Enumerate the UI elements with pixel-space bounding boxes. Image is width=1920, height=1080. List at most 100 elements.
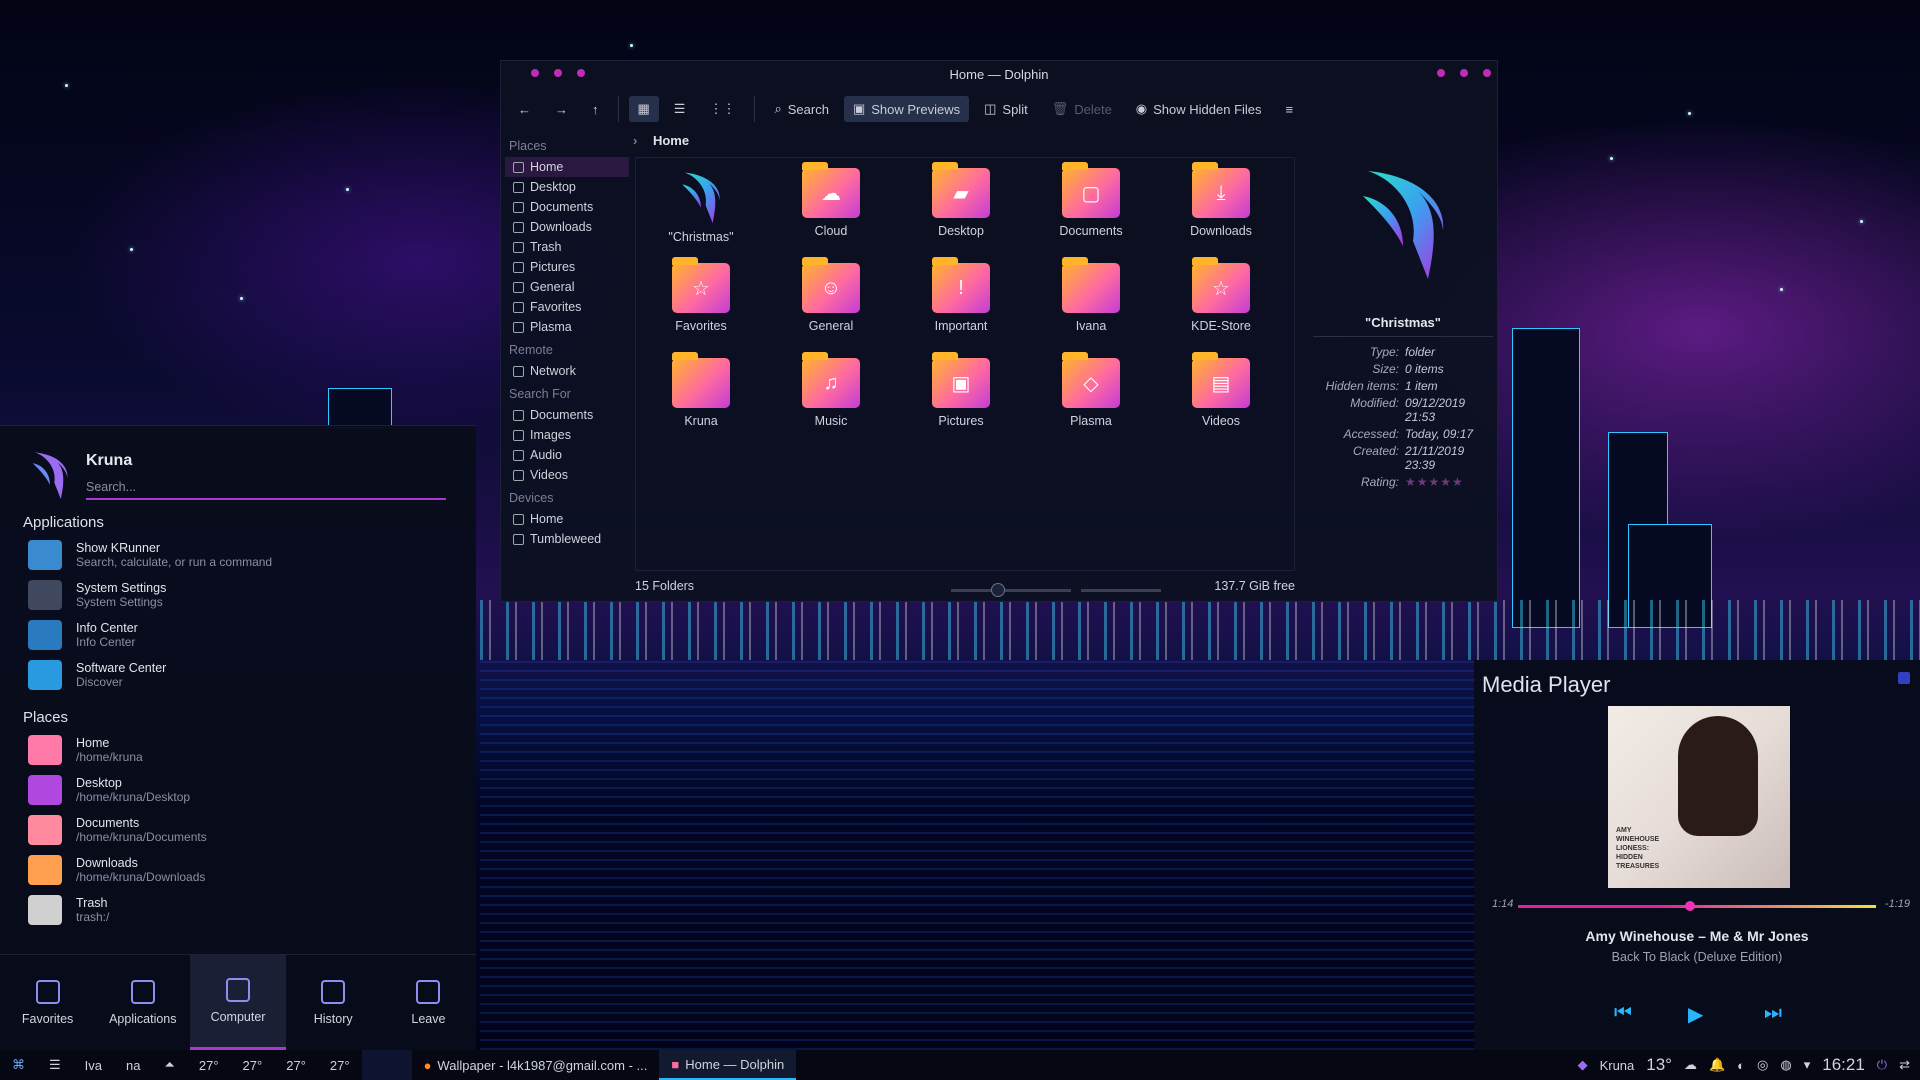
window-menu-dot[interactable]	[531, 69, 539, 77]
next-track-button[interactable]: ⏭	[1764, 1002, 1782, 1025]
places-item[interactable]: Home	[505, 157, 629, 177]
launcher-item[interactable]: Home/home/kruna	[0, 730, 476, 770]
launcher-item[interactable]: Trash trash:/	[0, 890, 476, 930]
places-item[interactable]: Documents	[505, 405, 629, 425]
widget-config-icon[interactable]	[1898, 672, 1910, 684]
file-item[interactable]: "Christmas"	[636, 168, 766, 263]
show-previews-label: Show Previews	[871, 101, 961, 117]
places-item[interactable]: Home	[505, 509, 629, 529]
places-item-label: Documents	[530, 408, 594, 422]
split-button[interactable]: ◫ Split	[975, 96, 1037, 122]
volume-icon[interactable]: ◐	[1737, 1058, 1745, 1073]
icons-view-button[interactable]: ▦	[628, 96, 659, 122]
back-button[interactable]: ←	[509, 97, 540, 122]
file-item[interactable]: ☁ Cloud	[766, 162, 896, 263]
weather-temp[interactable]: 13°	[1646, 1055, 1672, 1075]
pager-label-2[interactable]: na	[114, 1050, 152, 1080]
file-item[interactable]: ☆ Favorites	[636, 257, 766, 358]
clipboard-icon[interactable]: ◍	[1780, 1057, 1791, 1073]
minimize-button[interactable]	[1437, 69, 1445, 77]
file-item[interactable]: ▢ Documents	[1026, 162, 1156, 263]
maximize-button[interactable]	[1460, 69, 1468, 77]
forward-button[interactable]: →	[546, 97, 577, 122]
show-hidden-button[interactable]: ◉ Show Hidden Files	[1127, 96, 1271, 122]
file-item[interactable]: ◇ Plasma	[1026, 352, 1156, 453]
details-view-button[interactable]: ☰	[665, 96, 695, 122]
launcher-tab-label: Leave	[411, 1011, 446, 1026]
window-titlebar[interactable]: Home — Dolphin	[501, 61, 1497, 87]
breadcrumb[interactable]: › Home	[633, 133, 689, 148]
zoom-slider[interactable]	[951, 589, 1071, 592]
seek-handle[interactable]	[1684, 901, 1695, 911]
virtual-desktop-pager[interactable]	[361, 1050, 412, 1080]
close-button[interactable]	[1483, 69, 1491, 77]
launcher-tab-applications[interactable]: Applications	[95, 955, 190, 1050]
places-item[interactable]: Pictures	[505, 257, 629, 277]
places-item[interactable]: Videos	[505, 465, 629, 485]
search-button[interactable]: ⌕ Search	[765, 96, 837, 122]
file-item[interactable]: ♫ Music	[766, 352, 896, 453]
notifications-icon[interactable]: 🔔	[1709, 1057, 1725, 1073]
hamburger-menu-button[interactable]: ≡	[1277, 97, 1303, 122]
places-item[interactable]: Desktop	[505, 177, 629, 197]
places-item[interactable]: Audio	[505, 445, 629, 465]
file-item[interactable]: ▰ Desktop	[896, 162, 1026, 263]
places-item[interactable]: Plasma	[505, 317, 629, 337]
places-item[interactable]: Favorites	[505, 297, 629, 317]
chevron-up-icon[interactable]: ⏶	[152, 1050, 186, 1080]
launcher-tab-computer[interactable]: Computer	[190, 955, 286, 1050]
file-item[interactable]: ☺ General	[766, 257, 896, 358]
task-dolphin[interactable]: ■ Home — Dolphin	[659, 1050, 797, 1080]
task-firefox[interactable]: ● Wallpaper - l4k1987@gmail.com - ...	[412, 1050, 660, 1080]
places-item[interactable]: Network	[505, 361, 629, 381]
delete-button[interactable]: 🗑 Delete	[1043, 96, 1121, 122]
chevron-down-icon[interactable]: ▾	[1804, 1057, 1811, 1073]
file-item[interactable]: Kruna	[636, 352, 766, 453]
window-pin-dot[interactable]	[554, 69, 562, 77]
launcher-item[interactable]: Desktop/home/kruna/Desktop	[0, 770, 476, 810]
search-input[interactable]: Search...	[86, 480, 446, 500]
kde-menu-icon[interactable]: ⌘	[0, 1050, 37, 1080]
launcher-item[interactable]: Software Center Discover	[0, 655, 476, 695]
network-icon[interactable]: ◎	[1757, 1057, 1768, 1073]
file-item[interactable]: ⤓ Downloads	[1156, 162, 1286, 263]
weather-icon[interactable]: ☁	[1684, 1057, 1697, 1073]
file-item[interactable]: Ivana	[1026, 257, 1156, 358]
rating-stars[interactable]: ★★★★★	[1405, 475, 1493, 489]
play-button[interactable]: ▶	[1688, 1002, 1703, 1027]
places-item[interactable]: General	[505, 277, 629, 297]
window-shade-dot[interactable]	[577, 69, 585, 77]
launcher-item[interactable]: Downloads/home/kruna/Downloads	[0, 850, 476, 890]
launcher-item[interactable]: Show KRunner Search, calculate, or run a …	[0, 535, 476, 575]
places-item[interactable]: Images	[505, 425, 629, 445]
switch-icon[interactable]: ⇄	[1899, 1057, 1910, 1073]
compact-view-button[interactable]: ⋮⋮	[700, 96, 744, 122]
launcher-item[interactable]: Info Center Info Center	[0, 615, 476, 655]
file-item[interactable]: ☆ KDE-Store	[1156, 257, 1286, 358]
show-previews-button[interactable]: ▣ Show Previews	[843, 96, 970, 122]
user-switcher-icon[interactable]: ◆	[1578, 1057, 1588, 1073]
zoom-slider-handle[interactable]	[991, 583, 1005, 597]
places-item[interactable]: Trash	[505, 237, 629, 257]
places-item[interactable]: Documents	[505, 197, 629, 217]
file-item[interactable]: ▤ Videos	[1156, 352, 1286, 453]
pager-label-1[interactable]: Iva	[73, 1050, 114, 1080]
up-button[interactable]: ↑	[583, 97, 608, 122]
launcher-tab-leave[interactable]: Leave	[381, 955, 476, 1050]
file-item[interactable]: ! Important	[896, 257, 1026, 358]
previous-track-button[interactable]: ⏮	[1614, 1002, 1632, 1025]
launcher-tab-history[interactable]: History	[286, 955, 381, 1050]
launcher-tab-favorites[interactable]: Favorites	[0, 955, 95, 1050]
breadcrumb-home[interactable]: Home	[653, 133, 689, 148]
file-item[interactable]: ▣ Pictures	[896, 352, 1026, 453]
places-item[interactable]: Downloads	[505, 217, 629, 237]
show-desktop-icon[interactable]: ☰	[37, 1050, 73, 1080]
launcher-item[interactable]: System Settings System Settings	[0, 575, 476, 615]
power-icon[interactable]: ⏻	[1877, 1057, 1887, 1073]
places-item[interactable]: Tumbleweed	[505, 529, 629, 549]
seek-bar[interactable]	[1518, 905, 1876, 908]
launcher-item[interactable]: Documents/home/kruna/Documents	[0, 810, 476, 850]
tray-user[interactable]: Kruna	[1600, 1058, 1635, 1073]
arrow-up-icon: ↑	[592, 101, 599, 117]
clock[interactable]: 16:21	[1822, 1055, 1865, 1075]
